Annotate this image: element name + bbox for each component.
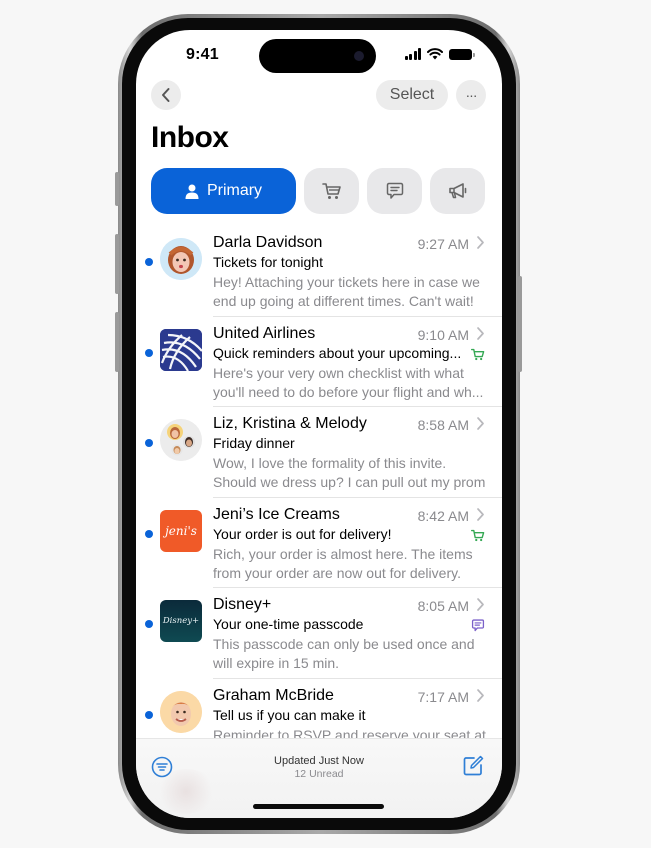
- message-time: 9:27 AM: [417, 236, 469, 252]
- cellular-signal-icon: [404, 48, 421, 60]
- avatar-darla-davidson: [160, 238, 202, 280]
- unread-indicator: [145, 529, 153, 538]
- message-content: Darla Davidson 9:27 AM Tickets for tonig…: [213, 226, 491, 317]
- message-preview: Rich, your order is almost here. The ite…: [213, 545, 473, 581]
- jenis-logo-text: jeni's: [165, 523, 197, 538]
- message-time: 8:58 AM: [417, 417, 469, 433]
- message-row[interactable]: United Airlines 9:10 AM Quick reminders …: [136, 317, 502, 408]
- front-camera: [354, 51, 364, 61]
- message-time: 7:17 AM: [417, 688, 469, 705]
- navigation-bar: Select ···: [136, 78, 502, 112]
- tab-primary-label: Primary: [206, 182, 263, 199]
- message-time: 8:42 AM: [417, 507, 469, 524]
- cart-icon: [471, 348, 485, 360]
- message-subject: Your one-time passcode: [213, 616, 364, 632]
- tab-primary[interactable]: Primary: [151, 168, 296, 214]
- cart-icon: [471, 529, 485, 541]
- phone-screen: 9:41 Select ··· Inbox Primary Darla Davi…: [136, 30, 502, 818]
- dynamic-island: [259, 39, 376, 73]
- tab-promotions[interactable]: [430, 168, 485, 214]
- status-time: 9:41: [186, 46, 219, 63]
- page-title: Inbox: [151, 121, 229, 154]
- message-row[interactable]: Liz, Kristina & Melody 8:58 AM Friday di…: [136, 407, 502, 498]
- sender-name: Jeni’s Ice Creams: [213, 505, 340, 523]
- message-preview: This passcode can only be used once and …: [213, 636, 475, 671]
- avatar-jenis-ice-creams: jeni's: [160, 509, 202, 552]
- tab-transactions[interactable]: [304, 168, 359, 214]
- chevron-right-icon: [477, 236, 484, 249]
- message-subject: Quick reminders about your upcoming...: [213, 344, 462, 361]
- battery-icon: [449, 49, 475, 60]
- chat-bubble-icon: [386, 182, 403, 199]
- message-preview: Wow, I love the formality of this invite…: [213, 455, 486, 490]
- avatar-united-airlines: [160, 328, 202, 371]
- ellipsis-icon: ···: [465, 87, 478, 103]
- message-row[interactable]: Darla Davidson 9:27 AM Tickets for tonig…: [136, 226, 502, 317]
- chevron-left-icon: [162, 88, 170, 102]
- message-list: Darla Davidson 9:27 AM Tickets for tonig…: [136, 226, 502, 769]
- chevron-right-icon: [477, 417, 484, 430]
- volume-up-button: [115, 234, 119, 294]
- back-button[interactable]: [151, 80, 181, 110]
- unread-indicator: [145, 620, 153, 628]
- megaphone-icon: [448, 183, 466, 199]
- status-icons: [404, 48, 475, 60]
- status-bar: 9:41: [136, 30, 502, 82]
- message-content: Jeni’s Ice Creams 8:42 AM Your order is …: [213, 498, 491, 589]
- avatar-graham-mcbride: [160, 690, 202, 733]
- chevron-right-icon: [477, 688, 484, 702]
- action-button: [115, 172, 119, 206]
- tab-updates[interactable]: [367, 168, 422, 214]
- avatar-group: [160, 419, 202, 461]
- message-row[interactable]: jeni's Jeni’s Ice Creams 8:42 AM Your or…: [136, 498, 502, 589]
- unread-indicator: [145, 258, 153, 266]
- message-subject: Tell us if you can make it: [213, 706, 366, 723]
- message-time: 9:10 AM: [417, 326, 469, 343]
- cart-icon: [321, 183, 341, 199]
- unread-indicator: [145, 348, 153, 357]
- message-row[interactable]: Disney+ Disney+ 8:05 AM Your one-time pa…: [136, 588, 502, 679]
- sender-name: Darla Davidson: [213, 234, 323, 251]
- message-content: United Airlines 9:10 AM Quick reminders …: [213, 317, 491, 408]
- avatar-disney-plus: Disney+: [160, 600, 202, 642]
- unread-count: 12 Unread: [294, 768, 344, 780]
- volume-down-button: [115, 312, 119, 372]
- more-options-button[interactable]: ···: [456, 80, 486, 110]
- sender-name: Disney+: [213, 596, 272, 613]
- chevron-right-icon: [477, 507, 484, 521]
- sender-name: Graham McBride: [213, 686, 334, 704]
- message-preview: Here's your very own checklist with what…: [213, 364, 484, 400]
- chevron-right-icon: [477, 326, 484, 340]
- message-preview: Hey! Attaching your tickets here in case…: [213, 274, 480, 309]
- wifi-icon: [427, 48, 443, 60]
- disney-logo-text: Disney+: [162, 616, 200, 626]
- chat-bubble-icon: [471, 619, 485, 632]
- message-time: 8:05 AM: [417, 598, 469, 614]
- unread-indicator: [145, 439, 153, 447]
- compose-icon[interactable]: [462, 755, 484, 777]
- chevron-right-icon: [477, 598, 484, 611]
- message-content: Disney+ 8:05 AM Your one-time passcode T…: [213, 588, 491, 679]
- mailbox-status: Updated Just Now 12 Unread: [136, 755, 502, 780]
- sender-name: Liz, Kristina & Melody: [213, 415, 367, 432]
- message-subject: Tickets for tonight: [213, 254, 323, 270]
- unread-indicator: [145, 710, 153, 719]
- sender-name: United Airlines: [213, 324, 316, 342]
- updated-status: Updated Just Now: [274, 755, 364, 767]
- message-content: Liz, Kristina & Melody 8:58 AM Friday di…: [213, 407, 491, 498]
- message-subject: Friday dinner: [213, 435, 295, 451]
- category-tabs: Primary: [151, 168, 487, 214]
- home-indicator[interactable]: [253, 804, 384, 809]
- power-button: [518, 276, 522, 372]
- person-icon: [185, 184, 199, 199]
- select-button[interactable]: Select: [376, 80, 448, 110]
- message-subject: Your order is out for delivery!: [213, 525, 392, 542]
